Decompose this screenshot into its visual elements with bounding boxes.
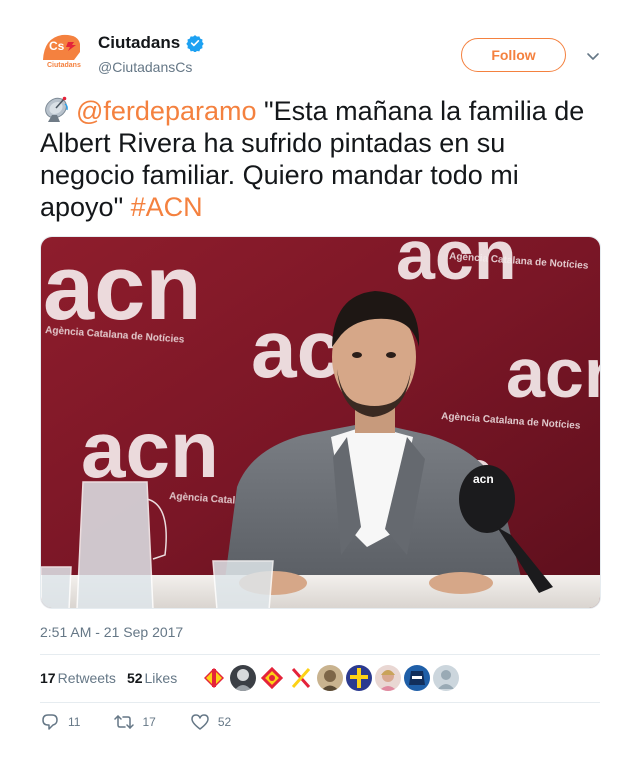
hashtag-link[interactable]: #ACN [131,192,203,222]
retweets-count: 17 [40,670,56,686]
display-name[interactable]: Ciutadans [98,33,180,53]
retweet-icon [114,715,135,729]
liker-avatar[interactable] [259,665,285,691]
likes-stat[interactable]: 52 Likes [127,670,177,686]
likes-count: 52 [126,670,143,686]
avatar[interactable]: Cs Ciutadans [40,30,86,76]
satellite-antenna-icon [45,96,68,122]
divider [40,654,600,655]
liker-avatar[interactable] [346,665,372,691]
press-conference-photo: acn acn acn acn acn acn Agència Catalana… [41,237,601,608]
likes-label: Likes [144,670,178,686]
svg-text:acn: acn [473,472,494,486]
verified-badge-icon [186,35,204,52]
handle[interactable]: @CiutadansCs [98,59,192,75]
retweet-button[interactable]: 17 [114,712,156,732]
liker-avatar[interactable] [433,665,459,691]
liker-avatar[interactable] [404,665,430,691]
svg-text:acn: acn [81,405,219,494]
svg-text:Cs: Cs [49,39,65,53]
like-count: 52 [217,715,232,729]
mention-link[interactable]: @ferdeparamo [76,96,257,126]
reply-button[interactable]: 11 [40,712,80,732]
ciutadans-logo-icon: Cs Ciutadans [40,30,86,76]
follow-button[interactable]: Follow [461,38,566,72]
liker-avatar[interactable] [317,665,343,691]
svg-text:acn: acn [43,237,202,339]
svg-text:acn: acn [506,334,601,412]
retweets-label: Retweets [57,670,116,686]
liker-avatar[interactable] [201,665,227,691]
svg-text:acn: acn [396,237,517,294]
retweets-stat[interactable]: 17 Retweets [40,670,116,686]
retweet-count: 17 [142,715,156,729]
liker-avatar[interactable] [288,665,314,691]
tweet-photo[interactable]: acn acn acn acn acn acn Agència Catalana… [40,236,601,609]
tweet-actions: 11 17 52 [40,712,265,732]
tweet-timestamp[interactable]: 2:51 AM - 21 Sep 2017 [40,624,183,640]
tweet-header: Cs Ciutadans Ciutadans @CiutadansCs Foll… [40,28,600,84]
tweet-text: @ferdeparamo "Esta mañana la familia de … [40,94,600,223]
heart-icon [191,714,209,730]
reply-icon [42,714,58,730]
reply-count: 11 [68,715,81,729]
divider [40,702,600,703]
liker-avatars [201,665,459,691]
svg-text:Ciutadans: Ciutadans [47,62,81,69]
chevron-down-icon[interactable] [585,48,601,64]
like-button[interactable]: 52 [190,712,231,732]
liker-avatar[interactable] [375,665,401,691]
liker-avatar[interactable] [230,665,256,691]
tweet-stats: 17 Retweets 52 Likes [40,664,188,692]
